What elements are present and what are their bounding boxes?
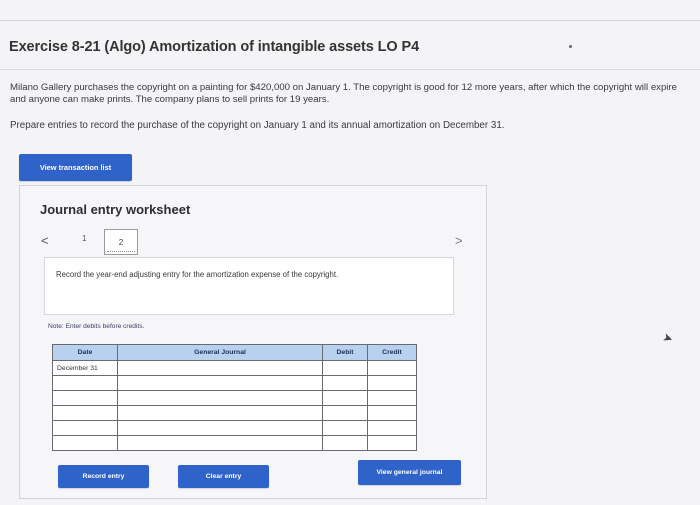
step-tab-1[interactable]: 1 bbox=[82, 234, 86, 243]
debit-cell[interactable] bbox=[322, 405, 368, 421]
debit-cell[interactable] bbox=[322, 360, 368, 376]
debit-cell[interactable] bbox=[322, 420, 368, 436]
account-cell[interactable] bbox=[117, 390, 323, 406]
date-cell[interactable] bbox=[52, 420, 118, 436]
record-entry-button[interactable]: Record entry bbox=[58, 465, 149, 488]
date-column-header: Date bbox=[52, 344, 118, 361]
table-row bbox=[52, 405, 417, 421]
debit-cell[interactable] bbox=[322, 390, 368, 406]
account-cell[interactable] bbox=[117, 420, 323, 436]
account-cell[interactable] bbox=[117, 435, 323, 451]
date-cell[interactable]: December 31 bbox=[52, 360, 118, 376]
credit-cell[interactable] bbox=[367, 420, 417, 436]
problem-text: Milano Gallery purchases the copyright o… bbox=[10, 82, 677, 105]
credit-column-header: Credit bbox=[367, 344, 417, 361]
debits-before-credits-note: Note: Enter debits before credits. bbox=[48, 323, 145, 330]
table-row bbox=[52, 390, 417, 406]
credit-cell[interactable] bbox=[367, 375, 417, 391]
table-row: December 31 bbox=[52, 360, 417, 376]
account-cell[interactable] bbox=[117, 375, 323, 391]
step-tab-2[interactable]: 2 bbox=[104, 229, 138, 255]
account-cell[interactable] bbox=[117, 360, 323, 376]
journal-entry-table: Date General Journal Debit Credit Decemb… bbox=[52, 344, 417, 451]
instructions-text: Prepare entries to record the purchase o… bbox=[10, 120, 505, 131]
date-cell[interactable] bbox=[52, 390, 118, 406]
table-row bbox=[52, 435, 417, 451]
debit-cell[interactable] bbox=[322, 375, 368, 391]
mouse-cursor-icon: ➤ bbox=[660, 329, 676, 347]
journal-entry-worksheet-panel bbox=[19, 185, 487, 499]
date-cell[interactable] bbox=[52, 435, 118, 451]
table-row bbox=[52, 375, 417, 391]
table-row bbox=[52, 420, 417, 436]
next-step-arrow-icon[interactable]: > bbox=[455, 233, 463, 248]
top-border bbox=[0, 20, 700, 21]
date-cell[interactable] bbox=[52, 405, 118, 421]
credit-cell[interactable] bbox=[367, 405, 417, 421]
entry-instruction-box: Record the year-end adjusting entry for … bbox=[44, 257, 454, 315]
entry-instruction-text: Record the year-end adjusting entry for … bbox=[56, 270, 339, 279]
credit-cell[interactable] bbox=[367, 360, 417, 376]
debit-cell[interactable] bbox=[322, 435, 368, 451]
credit-cell[interactable] bbox=[367, 435, 417, 451]
credit-cell[interactable] bbox=[367, 390, 417, 406]
date-cell[interactable] bbox=[52, 375, 118, 391]
view-general-journal-button[interactable]: View general journal bbox=[358, 460, 461, 485]
view-transaction-list-button[interactable]: View transaction list bbox=[19, 154, 132, 181]
account-cell[interactable] bbox=[117, 405, 323, 421]
clear-entry-button[interactable]: Clear entry bbox=[178, 465, 269, 488]
debit-column-header: Debit bbox=[322, 344, 368, 361]
general-journal-column-header: General Journal bbox=[117, 344, 323, 361]
dot-marker bbox=[569, 45, 572, 48]
worksheet-title: Journal entry worksheet bbox=[40, 202, 191, 217]
exercise-title: Exercise 8-21 (Algo) Amortization of int… bbox=[9, 39, 420, 55]
title-divider bbox=[0, 69, 700, 70]
previous-step-arrow-icon[interactable]: < bbox=[41, 233, 49, 248]
